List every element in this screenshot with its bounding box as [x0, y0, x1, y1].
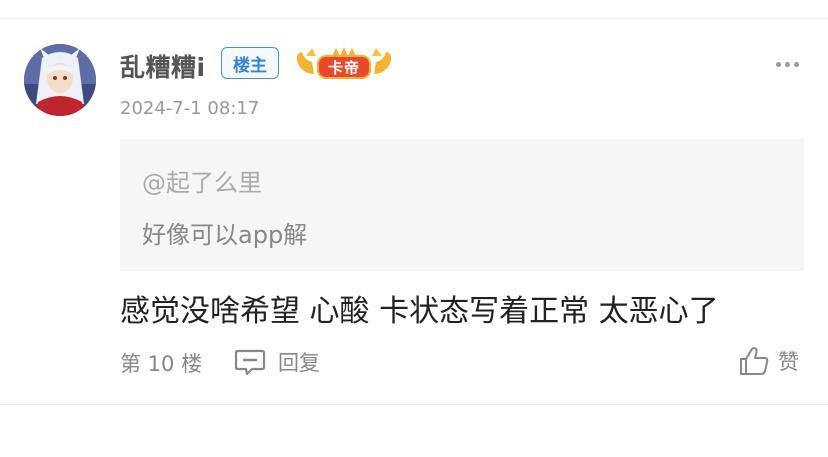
more-dots-icon[interactable] — [776, 56, 802, 72]
thumbs-up-icon — [740, 347, 769, 375]
rank-badge-label: 卡帝 — [327, 59, 360, 77]
user-avatar[interactable] — [24, 44, 96, 116]
like-label: 赞 — [778, 350, 799, 374]
post-content: 感觉没啥希望 心酸 卡状态写着正常 太恶心了 — [120, 294, 719, 329]
comment-bubble-icon — [234, 349, 266, 375]
floor-number: 第 10 楼 — [120, 352, 203, 376]
username[interactable]: 乱糟糟i — [120, 48, 206, 84]
reply-label: 回复 — [278, 351, 320, 375]
quoted-user[interactable]: @起了么里 — [142, 163, 262, 198]
like-button[interactable]: 赞 — [738, 342, 799, 380]
top-divider — [0, 18, 828, 19]
quoted-reply[interactable]: @起了么里 好像可以app解 — [120, 139, 804, 271]
bottom-divider — [0, 404, 828, 405]
post-timestamp: 2024-7-1 08:17 — [120, 98, 260, 119]
quoted-text: 好像可以app解 — [142, 221, 308, 249]
reply-button[interactable]: 回复 — [234, 344, 320, 380]
owner-badge: 楼主 — [221, 47, 279, 79]
